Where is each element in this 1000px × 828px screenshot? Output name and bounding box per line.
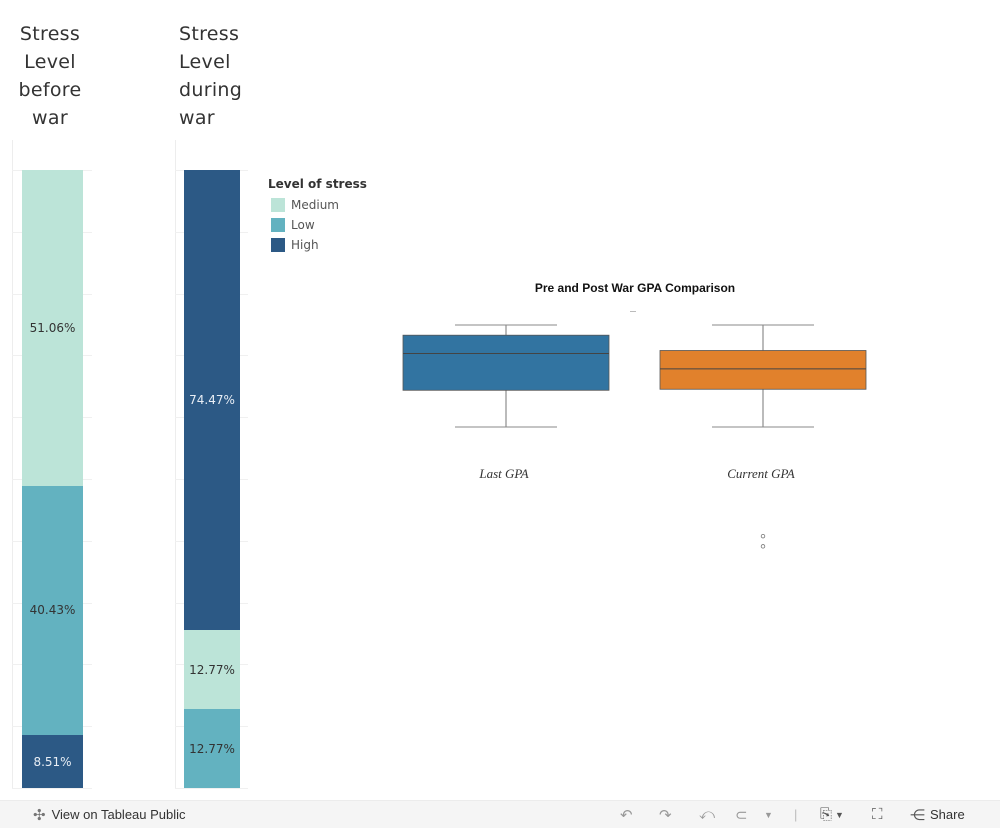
bar-segment-low[interactable]: 12.77%: [184, 709, 240, 789]
legend: Level of stress Medium Low High: [268, 177, 367, 255]
gridline: [12, 788, 92, 789]
toolbar-divider: |: [794, 807, 798, 822]
data-label: 8.51%: [33, 754, 72, 769]
view-on-tableau-link[interactable]: ✣ View on Tableau Public: [33, 801, 186, 828]
boxplot-title: Pre and Post War GPA Comparison: [535, 281, 735, 295]
share-button[interactable]: ⋲ Share: [910, 801, 965, 828]
chevron-down-icon: ▼: [835, 809, 844, 820]
sheet-title-during: Stress Level during war: [179, 23, 243, 129]
tableau-logo-icon: ✣: [33, 806, 46, 824]
outlier-point: [760, 533, 766, 539]
legend-item-high[interactable]: High: [268, 235, 367, 255]
revert-icon: ⤺: [699, 806, 716, 823]
bar-segment-high[interactable]: 74.47%: [184, 170, 240, 631]
undo-button[interactable]: ↶: [620, 801, 633, 828]
legend-label: High: [291, 238, 319, 252]
axis-line: [175, 140, 176, 788]
footer-toolbar: ✣ View on Tableau Public ↶ ↷ ⤺ ⊂ ▼ | ⎘ ▼…: [0, 800, 1000, 828]
fullscreen-icon: ⛶: [872, 806, 883, 823]
view-on-tableau-label: View on Tableau Public: [51, 807, 186, 822]
fullscreen-button[interactable]: ⛶: [872, 801, 883, 828]
download-button[interactable]: ⎘ ▼: [820, 801, 844, 828]
undo-icon: ↶: [620, 806, 633, 824]
legend-title: Level of stress: [268, 177, 367, 191]
category-label: Last GPA: [478, 466, 528, 481]
bar-segment-low[interactable]: 40.43%: [22, 485, 83, 736]
legend-swatch: [271, 218, 285, 232]
data-label: 51.06%: [29, 320, 76, 335]
category-label: Current GPA: [727, 466, 795, 481]
gridline: [175, 788, 248, 789]
legend-swatch: [271, 198, 285, 212]
legend-label: Low: [291, 218, 315, 232]
chevron-down-icon: ▼: [764, 809, 773, 820]
legend-item-medium[interactable]: Medium: [268, 195, 367, 215]
data-label: 40.43%: [29, 603, 76, 618]
download-icon: ⎘: [820, 806, 833, 823]
refresh-dropdown[interactable]: ▼: [764, 801, 773, 828]
gpa-boxplot: Pre and Post War GPA Comparison Last GPA C…: [402, 281, 867, 549]
box-0: [402, 334, 610, 391]
sheet-title-before: Stress Level before war: [18, 23, 82, 129]
bar-segment-medium[interactable]: 51.06%: [22, 170, 83, 486]
data-label: 74.47%: [189, 393, 235, 408]
refresh-icon: ⊂: [735, 806, 748, 824]
redo-button[interactable]: ↷: [659, 801, 672, 828]
axis-line: [12, 140, 13, 788]
legend-swatch: [271, 238, 285, 252]
bar-segment-medium[interactable]: 12.77%: [184, 630, 240, 710]
data-label: 12.77%: [189, 662, 235, 677]
legend-label: Medium: [291, 198, 339, 212]
refresh-button[interactable]: ⊂: [735, 801, 748, 828]
legend-item-low[interactable]: Low: [268, 215, 367, 235]
data-label: 12.77%: [189, 741, 235, 756]
share-label: Share: [930, 807, 965, 822]
redo-icon: ↷: [659, 806, 672, 824]
outlier-point: [760, 544, 766, 549]
box-1: [659, 350, 867, 390]
revert-button[interactable]: ⤺: [699, 801, 715, 828]
bar-segment-high[interactable]: 8.51%: [22, 735, 83, 788]
share-icon: ⋲: [910, 806, 925, 824]
